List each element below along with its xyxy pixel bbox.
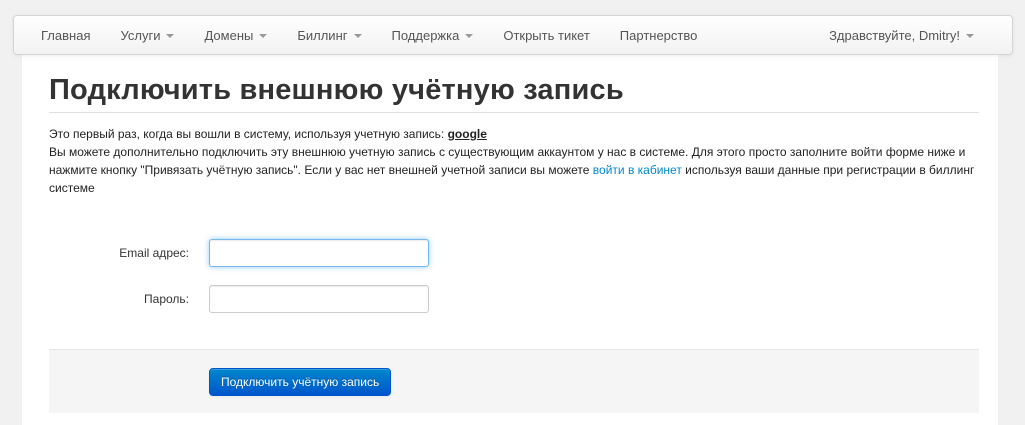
page-title: Подключить внешнюю учётную запись bbox=[49, 74, 624, 106]
nav-item-label: Биллинг bbox=[297, 27, 348, 43]
form-actions: Подключить учётную запись bbox=[49, 349, 979, 413]
nav-item-billing[interactable]: Биллинг bbox=[297, 27, 362, 43]
nav-item-support[interactable]: Поддержка bbox=[392, 28, 474, 43]
nav-item-label: Открыть тикет bbox=[503, 27, 590, 43]
navbar: Главная Услуги Домены Биллинг Поддержка … bbox=[13, 15, 1013, 55]
user-greeting: Здравствуйте, Dmitry! bbox=[829, 27, 960, 43]
nav-item-label: Домены bbox=[204, 27, 254, 43]
password-label: Пароль: bbox=[144, 292, 189, 306]
email-label: Email адрес: bbox=[119, 246, 189, 260]
page: Главная Услуги Домены Биллинг Поддержка … bbox=[0, 0, 1025, 425]
title-divider bbox=[49, 112, 979, 113]
nav-item-domains[interactable]: Домены bbox=[204, 27, 268, 43]
nav-item-open-ticket[interactable]: Открыть тикет bbox=[503, 28, 589, 43]
nav-item-label: Поддержка bbox=[391, 27, 460, 43]
nav-item-home[interactable]: Главная bbox=[41, 28, 90, 43]
nav-item-label: Услуги bbox=[120, 27, 161, 43]
nav-menu: Главная Услуги Домены Биллинг Поддержка … bbox=[41, 16, 727, 54]
description: Вы можете дополнительно подключить эту в… bbox=[49, 143, 979, 197]
intro-text: Это первый раз, когда вы вошли в систему… bbox=[49, 125, 979, 197]
password-field[interactable] bbox=[209, 285, 429, 313]
email-row: Email адрес: bbox=[49, 239, 979, 267]
login-link[interactable]: войти в кабинет bbox=[593, 163, 682, 177]
nav-item-partnership[interactable]: Партнерство bbox=[620, 28, 698, 43]
user-menu: Здравствуйте, Dmitry! bbox=[829, 16, 974, 54]
intro-prefix: Это первый раз, когда вы вошли в систему… bbox=[49, 127, 448, 141]
caret-down-icon bbox=[259, 34, 268, 38]
password-row: Пароль: bbox=[49, 285, 979, 313]
nav-item-services[interactable]: Услуги bbox=[120, 27, 175, 43]
caret-down-icon bbox=[166, 34, 175, 38]
caret-down-icon bbox=[465, 34, 474, 38]
caret-down-icon bbox=[966, 34, 974, 38]
connect-account-button[interactable]: Подключить учётную запись bbox=[209, 368, 392, 396]
main-content: Подключить внешнюю учётную запись Это пе… bbox=[49, 70, 979, 413]
intro-line: Это первый раз, когда вы вошли в систему… bbox=[49, 125, 979, 143]
email-field[interactable] bbox=[209, 239, 429, 267]
nav-item-label: Главная bbox=[41, 27, 91, 43]
nav-item-label: Партнерство bbox=[619, 27, 698, 43]
user-menu-toggle[interactable]: Здравствуйте, Dmitry! bbox=[829, 28, 974, 43]
provider-name: google bbox=[447, 127, 487, 141]
caret-down-icon bbox=[353, 34, 362, 38]
